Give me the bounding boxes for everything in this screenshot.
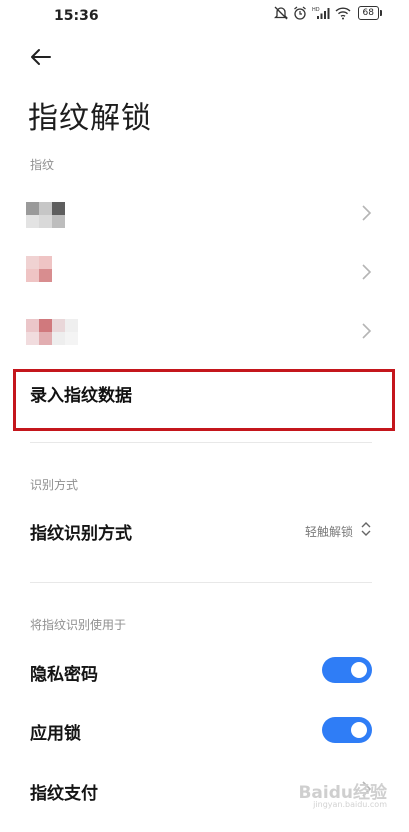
chevron-right-icon bbox=[362, 205, 372, 221]
enroll-fingerprint-button[interactable]: 录入指纹数据 bbox=[30, 381, 132, 406]
mute-icon bbox=[273, 6, 288, 20]
hd-signal-icon: HD bbox=[312, 7, 330, 19]
svg-text:HD: HD bbox=[312, 7, 320, 13]
fingerprint-item[interactable] bbox=[0, 183, 409, 241]
recognition-section-label: 识别方式 bbox=[30, 478, 79, 492]
fingerprint-thumbnail bbox=[26, 256, 52, 282]
fingerprint-payment-row[interactable]: 指纹支付 bbox=[30, 779, 98, 804]
chevron-right-icon bbox=[362, 323, 372, 339]
toggle-knob bbox=[351, 662, 367, 678]
status-icons: HD 68 bbox=[273, 6, 383, 20]
fingerprint-item[interactable] bbox=[0, 242, 409, 300]
back-arrow-icon[interactable] bbox=[28, 44, 54, 70]
use-for-section-label: 将指纹识别使用于 bbox=[30, 618, 127, 632]
divider bbox=[30, 442, 372, 443]
fingerprint-thumbnail bbox=[26, 202, 65, 228]
privacy-password-toggle[interactable] bbox=[322, 657, 372, 683]
fingerprint-section-label: 指纹 bbox=[30, 158, 55, 172]
fingerprint-item[interactable] bbox=[0, 301, 409, 359]
wifi-icon bbox=[335, 7, 351, 20]
recognition-method-value[interactable]: 轻触解锁 bbox=[305, 523, 353, 540]
app-lock-label: 应用锁 bbox=[30, 724, 81, 744]
baidu-watermark-url: jingyan.baidu.com bbox=[313, 800, 387, 809]
app-lock-toggle[interactable] bbox=[322, 717, 372, 743]
battery-icon: 68 bbox=[357, 6, 383, 20]
up-down-chevron-icon[interactable] bbox=[360, 520, 372, 538]
privacy-password-label: 隐私密码 bbox=[30, 665, 98, 685]
status-time: 15:36 bbox=[54, 8, 99, 24]
toggle-knob bbox=[351, 722, 367, 738]
fingerprint-thumbnail bbox=[26, 319, 78, 345]
divider bbox=[30, 582, 372, 583]
page-title: 指纹解锁 bbox=[28, 101, 152, 136]
chevron-right-icon bbox=[362, 264, 372, 280]
recognition-method-row[interactable]: 指纹识别方式 bbox=[30, 519, 132, 544]
alarm-icon bbox=[293, 6, 306, 20]
